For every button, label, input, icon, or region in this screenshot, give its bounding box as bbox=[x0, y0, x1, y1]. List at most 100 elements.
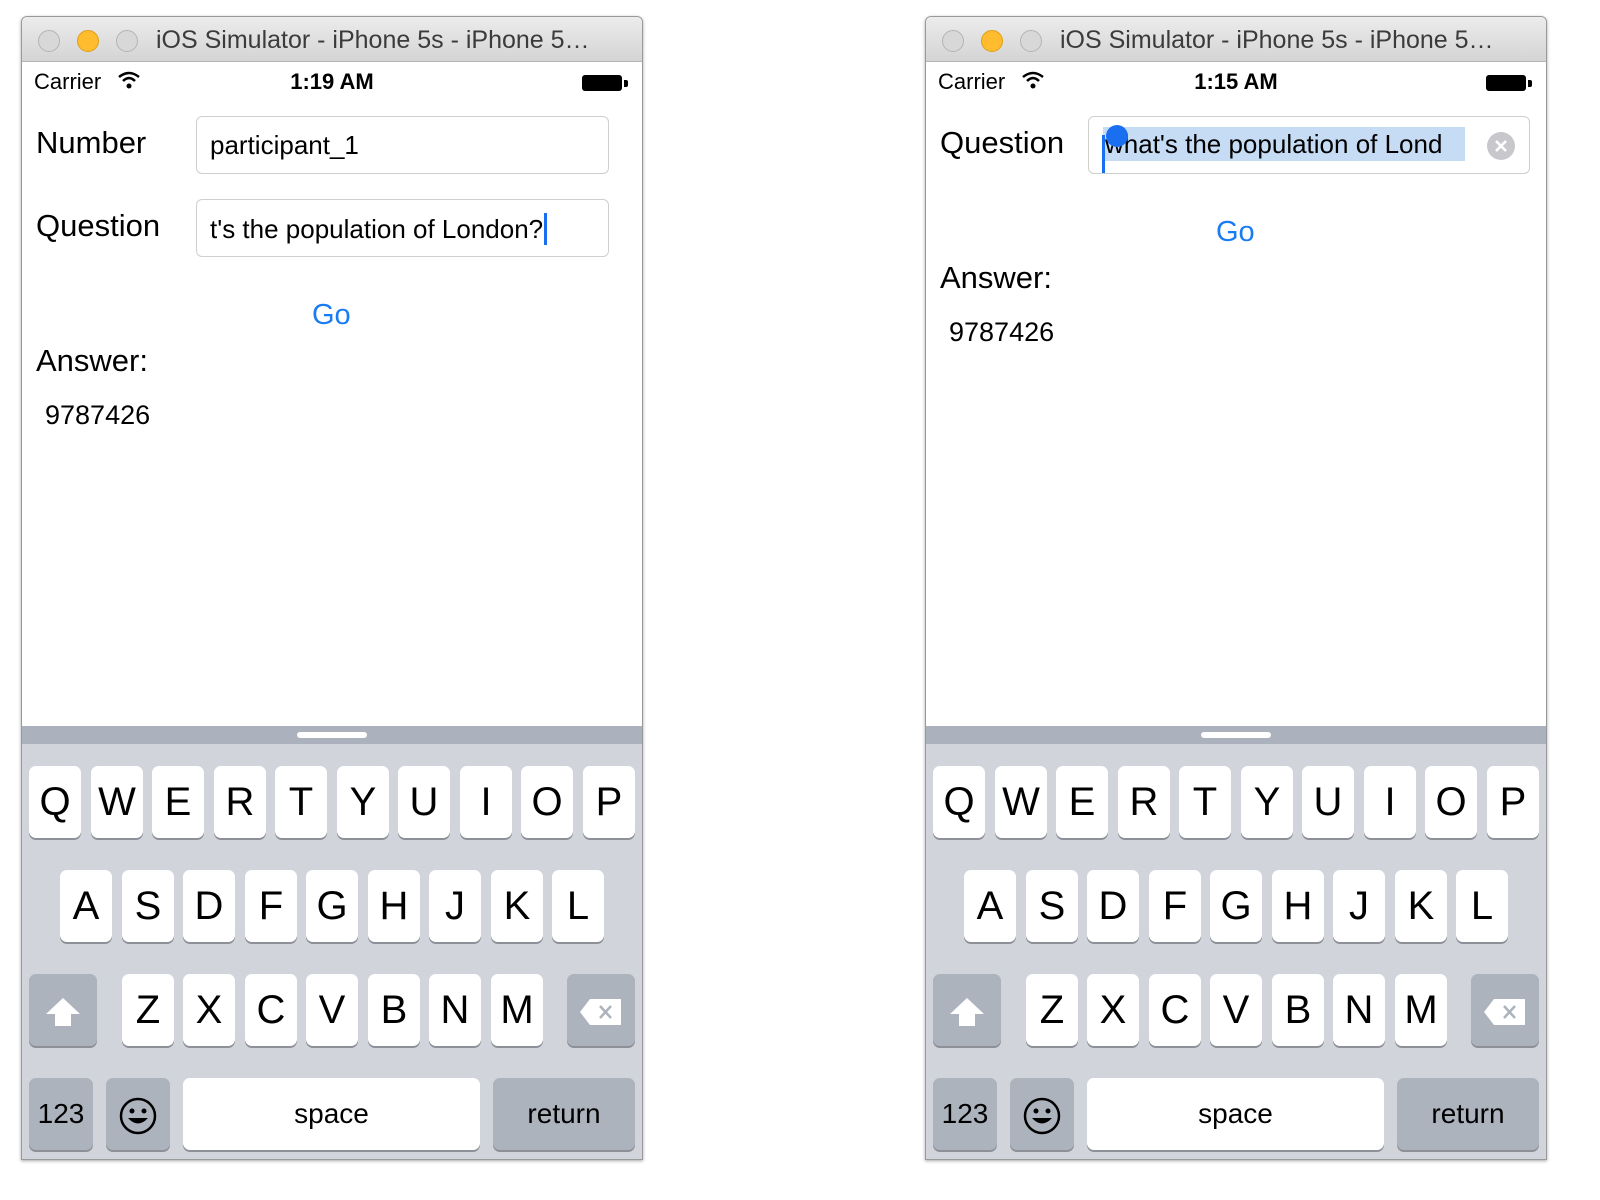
key[interactable]: N bbox=[1333, 974, 1385, 1046]
key[interactable]: A bbox=[60, 870, 112, 942]
key[interactable]: F bbox=[1149, 870, 1201, 942]
simulator-window-left: iOS Simulator - iPhone 5s - iPhone 5… Ca… bbox=[21, 16, 643, 1160]
key[interactable]: O bbox=[521, 766, 573, 838]
window-titlebar[interactable]: iOS Simulator - iPhone 5s - iPhone 5… bbox=[926, 17, 1546, 62]
number-label: Number bbox=[36, 125, 147, 160]
key[interactable]: U bbox=[1302, 766, 1354, 838]
return-key[interactable]: return bbox=[1397, 1078, 1539, 1150]
key[interactable]: M bbox=[1395, 974, 1447, 1046]
battery-tip bbox=[1528, 80, 1532, 87]
numbers-key[interactable]: 123 bbox=[933, 1078, 997, 1150]
question-field[interactable]: what's the population of Lond bbox=[1088, 116, 1530, 174]
key[interactable]: Q bbox=[29, 766, 81, 838]
key[interactable]: C bbox=[245, 974, 297, 1046]
return-key[interactable]: return bbox=[493, 1078, 635, 1150]
emoji-key[interactable] bbox=[1010, 1078, 1074, 1150]
number-field-value: participant_1 bbox=[210, 130, 359, 160]
key[interactable]: D bbox=[183, 870, 235, 942]
delete-key[interactable] bbox=[567, 974, 635, 1046]
answer-value: 9787426 bbox=[949, 317, 1055, 347]
answer-value: 9787426 bbox=[45, 400, 151, 430]
window-title: iOS Simulator - iPhone 5s - iPhone 5… bbox=[1060, 26, 1494, 54]
status-time: 1:19 AM bbox=[290, 69, 374, 94]
key[interactable]: K bbox=[1395, 870, 1447, 942]
number-field[interactable]: participant_1 bbox=[196, 116, 609, 174]
selection-handle[interactable] bbox=[1102, 125, 1128, 173]
keyboard-grip[interactable] bbox=[297, 732, 367, 738]
key[interactable]: L bbox=[552, 870, 604, 942]
question-field[interactable]: t's the population of London? bbox=[196, 199, 609, 257]
delete-key[interactable] bbox=[1471, 974, 1539, 1046]
key[interactable]: R bbox=[1118, 766, 1170, 838]
key[interactable]: Q bbox=[933, 766, 985, 838]
key[interactable]: W bbox=[995, 766, 1047, 838]
shift-key[interactable] bbox=[933, 974, 1001, 1046]
window-titlebar[interactable]: iOS Simulator - iPhone 5s - iPhone 5… bbox=[22, 17, 642, 62]
zoom-window-button[interactable] bbox=[1020, 30, 1042, 52]
go-button[interactable]: Go bbox=[1216, 216, 1255, 249]
key[interactable]: Y bbox=[337, 766, 389, 838]
key[interactable]: Z bbox=[122, 974, 174, 1046]
key[interactable]: S bbox=[1026, 870, 1078, 942]
key[interactable]: G bbox=[1210, 870, 1262, 942]
key[interactable]: B bbox=[368, 974, 420, 1046]
key[interactable]: P bbox=[583, 766, 635, 838]
key[interactable]: X bbox=[1087, 974, 1139, 1046]
key[interactable]: I bbox=[460, 766, 512, 838]
key[interactable]: Y bbox=[1241, 766, 1293, 838]
key[interactable]: C bbox=[1149, 974, 1201, 1046]
space-key[interactable]: space bbox=[1087, 1078, 1384, 1150]
close-window-button[interactable] bbox=[942, 30, 964, 52]
close-window-button[interactable] bbox=[38, 30, 60, 52]
shift-arrow-icon bbox=[950, 998, 984, 1027]
key[interactable]: M bbox=[491, 974, 543, 1046]
emoji-key[interactable] bbox=[106, 1078, 170, 1150]
key[interactable]: A bbox=[964, 870, 1016, 942]
key[interactable]: F bbox=[245, 870, 297, 942]
key[interactable]: O bbox=[1425, 766, 1477, 838]
key[interactable]: E bbox=[1056, 766, 1108, 838]
backspace-icon bbox=[580, 999, 621, 1026]
key[interactable]: S bbox=[122, 870, 174, 942]
key[interactable]: I bbox=[1364, 766, 1416, 838]
question-label: Question bbox=[36, 208, 161, 243]
simulator-window-right: iOS Simulator - iPhone 5s - iPhone 5… Ca… bbox=[925, 16, 1547, 1160]
key[interactable]: G bbox=[306, 870, 358, 942]
key[interactable]: P bbox=[1487, 766, 1539, 838]
zoom-window-button[interactable] bbox=[116, 30, 138, 52]
key[interactable]: D bbox=[1087, 870, 1139, 942]
key[interactable]: K bbox=[491, 870, 543, 942]
key[interactable]: B bbox=[1272, 974, 1324, 1046]
shift-key[interactable] bbox=[29, 974, 97, 1046]
keyboard-grip[interactable] bbox=[1201, 732, 1271, 738]
key[interactable]: V bbox=[1210, 974, 1262, 1046]
key[interactable]: H bbox=[1272, 870, 1324, 942]
answer-label: Answer: bbox=[36, 343, 148, 378]
battery-icon bbox=[1486, 75, 1526, 91]
key[interactable]: T bbox=[1179, 766, 1231, 838]
status-bar: Carrier 1:15 AM bbox=[926, 61, 1546, 101]
numbers-key[interactable]: 123 bbox=[29, 1078, 93, 1150]
text-cursor bbox=[544, 213, 548, 245]
key[interactable]: Z bbox=[1026, 974, 1078, 1046]
key[interactable]: V bbox=[306, 974, 358, 1046]
key[interactable]: X bbox=[183, 974, 235, 1046]
key[interactable]: H bbox=[368, 870, 420, 942]
selection-handle-dot[interactable] bbox=[1106, 125, 1128, 147]
key[interactable]: J bbox=[1333, 870, 1385, 942]
minimize-window-button[interactable] bbox=[981, 30, 1003, 52]
key[interactable]: J bbox=[429, 870, 481, 942]
key[interactable]: N bbox=[429, 974, 481, 1046]
key[interactable]: E bbox=[152, 766, 204, 838]
space-key[interactable]: space bbox=[183, 1078, 480, 1150]
answer-label: Answer: bbox=[940, 260, 1052, 295]
key[interactable]: W bbox=[91, 766, 143, 838]
go-button[interactable]: Go bbox=[312, 299, 351, 332]
minimize-window-button[interactable] bbox=[77, 30, 99, 52]
clear-text-button[interactable] bbox=[1487, 132, 1515, 160]
key[interactable]: T bbox=[275, 766, 327, 838]
key[interactable]: L bbox=[1456, 870, 1508, 942]
battery-icon bbox=[582, 75, 622, 91]
key[interactable]: R bbox=[214, 766, 266, 838]
key[interactable]: U bbox=[398, 766, 450, 838]
